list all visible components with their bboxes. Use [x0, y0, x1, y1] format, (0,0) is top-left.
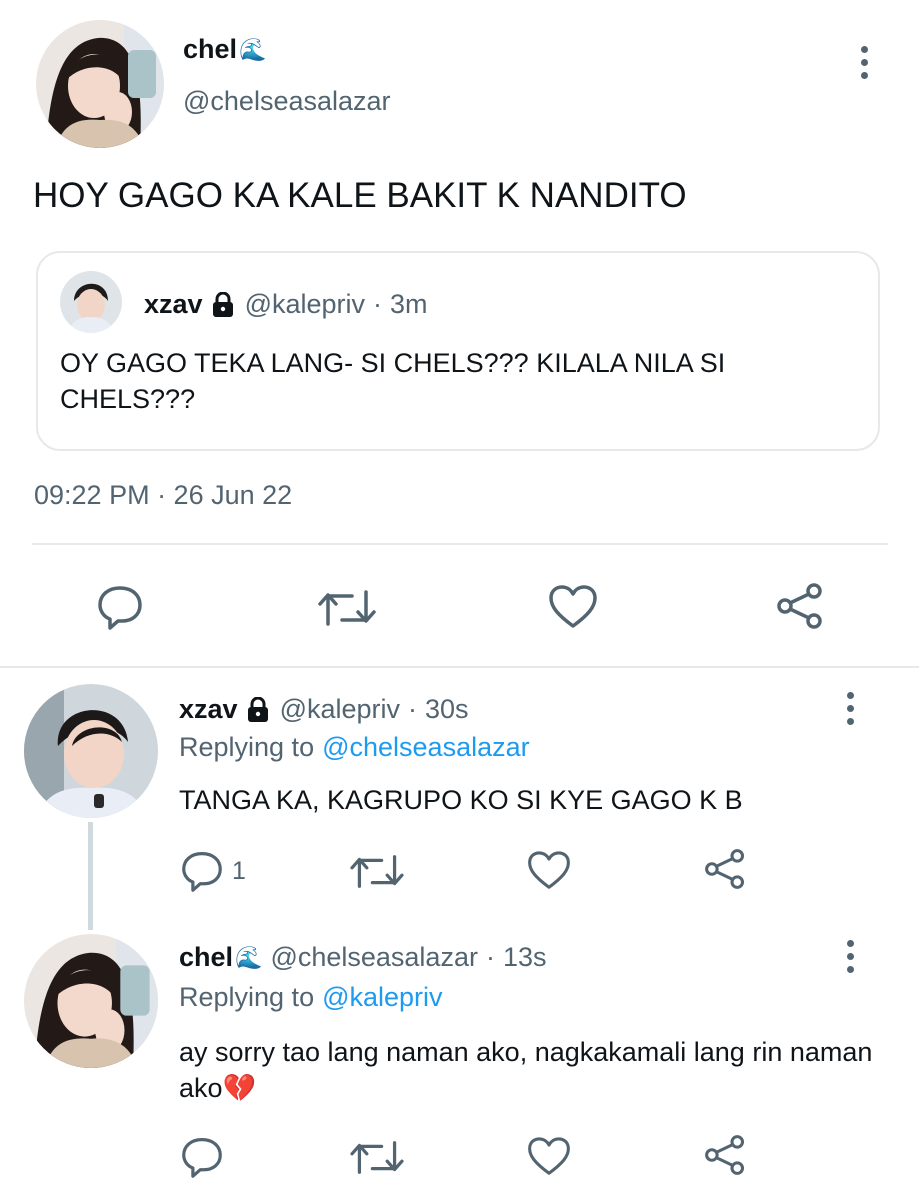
main-author-name-row: chel 🌊	[183, 34, 266, 65]
replying-to-label: Replying to	[179, 732, 315, 762]
reply-text: ay sorry tao lang naman ako, nagkakamali…	[179, 1037, 873, 1103]
avatar-xzav-image	[24, 684, 158, 818]
main-tweet-text: HOY GAGO KA KALE BAKIT K NANDITO	[33, 176, 687, 215]
avatar-chel-image	[36, 20, 164, 148]
reply-time: 13s	[502, 942, 547, 972]
share-icon[interactable]	[702, 848, 748, 890]
quoted-header: xzav @kalepriv · 3m	[144, 289, 428, 320]
quoted-time: 3m	[390, 289, 428, 319]
quoted-avatar-xzav	[60, 271, 122, 333]
reply-separator: ·	[485, 942, 495, 972]
reply-author-handle[interactable]: @chelseasalazar	[270, 942, 478, 973]
share-icon[interactable]	[774, 582, 826, 630]
reply-header: xzav @kalepriv · 30s	[179, 694, 469, 725]
reply-count: 1	[232, 856, 246, 885]
reply-time: 30s	[425, 694, 469, 724]
reply-author-handle[interactable]: @kalepriv	[280, 694, 400, 725]
quoted-tweet-text: OY GAGO TEKA LANG- SI CHELS??? KILALA NI…	[60, 348, 726, 414]
avatar-chel-image	[24, 934, 158, 1068]
reply-icon[interactable]	[180, 1136, 224, 1178]
main-author-handle[interactable]: @chelseasalazar	[183, 86, 391, 117]
broken-heart-emoji-icon: 💔	[222, 1073, 257, 1103]
reply-header: chel 🌊 @chelseasalazar · 13s	[179, 942, 547, 973]
reply-icon[interactable]	[180, 850, 224, 892]
wave-emoji-icon: 🌊	[235, 944, 263, 970]
like-icon[interactable]	[548, 584, 598, 630]
lock-icon	[246, 696, 270, 723]
replying-to-line: Replying to @kalepriv	[179, 982, 443, 1013]
reply-text-block: ay sorry tao lang naman ako, nagkakamali…	[179, 1034, 879, 1106]
avatar-chel[interactable]	[36, 20, 164, 148]
reply-author-name[interactable]: chel	[179, 942, 233, 973]
avatar-xzav[interactable]	[24, 684, 158, 818]
replying-to-link[interactable]: @kalepriv	[322, 982, 442, 1013]
quoted-author-handle: @kalepriv	[244, 289, 366, 319]
reply-action-reply[interactable]	[180, 1136, 232, 1178]
retweet-icon[interactable]	[350, 1139, 404, 1176]
more-options-icon[interactable]	[838, 692, 862, 725]
thread-line	[88, 822, 93, 930]
more-options-icon[interactable]	[838, 940, 862, 973]
reply-icon[interactable]	[96, 584, 144, 630]
retweet-icon[interactable]	[318, 588, 376, 628]
replying-to-label: Replying to	[179, 982, 315, 1012]
share-icon[interactable]	[702, 1134, 748, 1176]
retweet-icon[interactable]	[350, 853, 404, 890]
main-author-name[interactable]: chel	[183, 34, 237, 65]
lock-icon	[211, 291, 235, 318]
quoted-author-name: xzav	[144, 289, 203, 319]
quoted-tweet-card[interactable]: xzav @kalepriv · 3m OY GAGO TEKA LANG- S…	[36, 251, 880, 451]
quoted-separator: ·	[373, 289, 383, 319]
replying-to-link[interactable]: @chelseasalazar	[322, 732, 530, 763]
reply-author-name[interactable]: xzav	[179, 694, 238, 725]
wave-emoji-icon: 🌊	[239, 36, 267, 62]
avatar-chel[interactable]	[24, 934, 158, 1068]
like-icon[interactable]	[527, 1136, 571, 1177]
replying-to-line: Replying to @chelseasalazar	[179, 732, 530, 763]
divider	[32, 543, 888, 545]
reply-action-reply[interactable]: 1	[180, 850, 246, 892]
tweet-timestamp[interactable]: 09:22 PM · 26 Jun 22	[34, 480, 292, 511]
reply-text: TANGA KA, KAGRUPO KO SI KYE GAGO K B	[179, 785, 743, 815]
like-icon[interactable]	[527, 850, 571, 891]
more-options-icon[interactable]	[852, 46, 876, 79]
reply-separator: ·	[408, 694, 418, 724]
section-divider	[0, 666, 919, 668]
quoted-avatar-image	[60, 271, 122, 333]
